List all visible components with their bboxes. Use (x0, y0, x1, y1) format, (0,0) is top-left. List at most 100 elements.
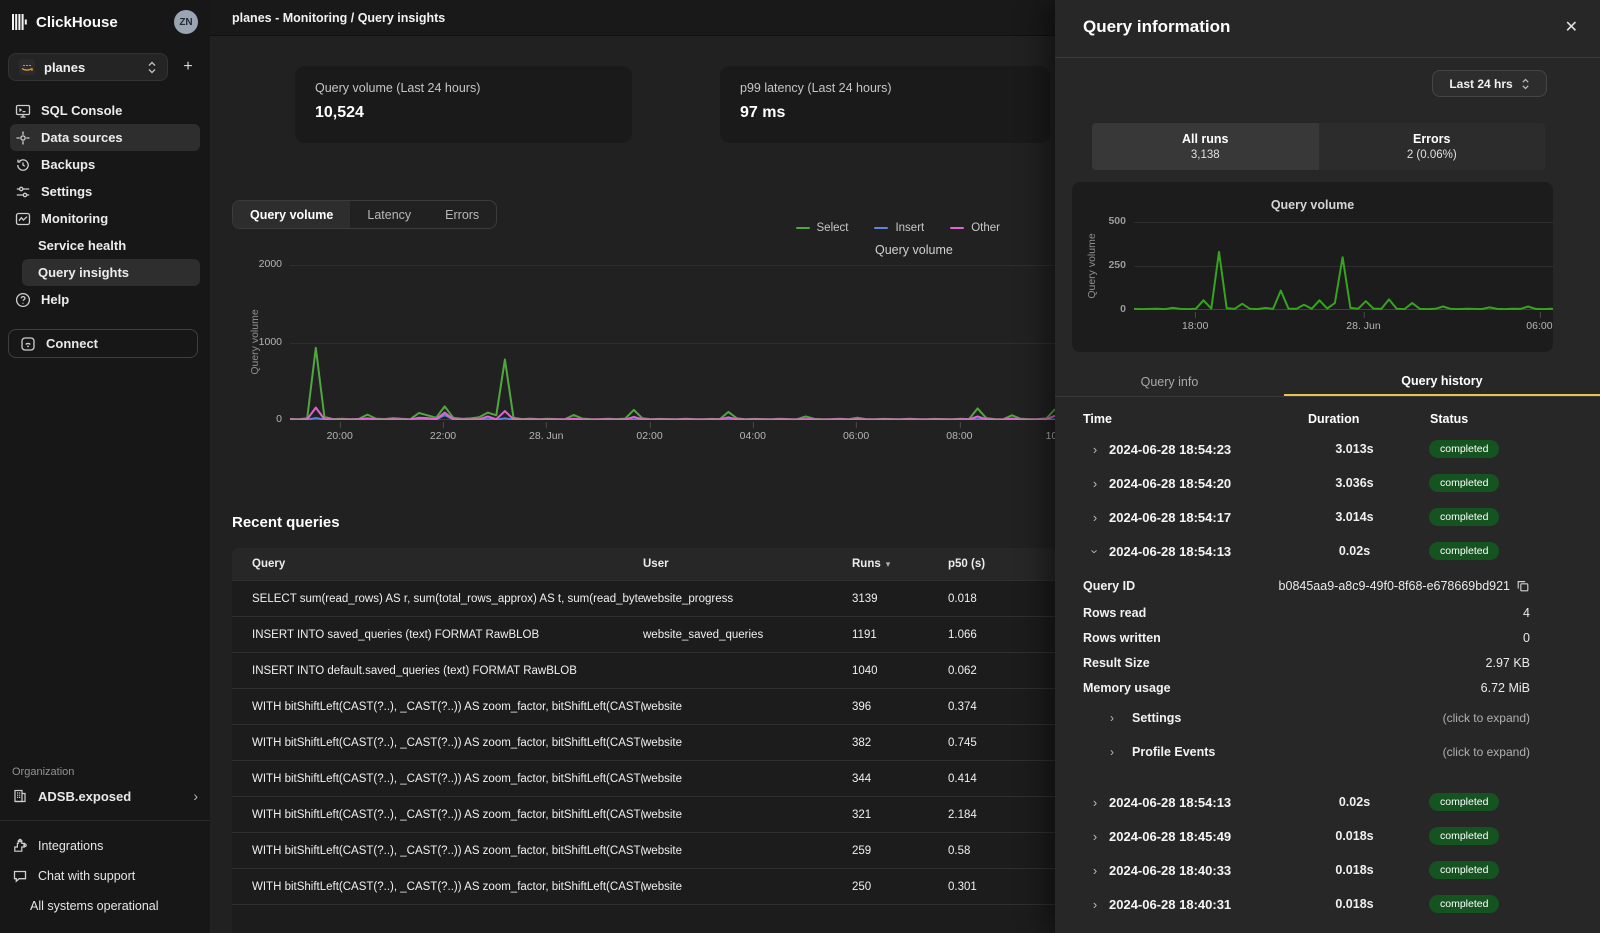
chevron-right-icon[interactable]: › (1087, 897, 1103, 912)
sidebar-item-all-systems-operational[interactable]: All systems operational (12, 893, 198, 919)
history-row[interactable]: › 2024-06-28 18:54:23 3.013s completed (1055, 432, 1600, 466)
cell-user: website (643, 809, 852, 821)
segment-label: All runs (1182, 132, 1229, 146)
stat-value: 97 ms (740, 104, 1030, 122)
tab-query-info[interactable]: Query info (1055, 367, 1284, 396)
cell-query: WITH bitShiftLeft(CAST(?..), _CAST(?..))… (232, 845, 643, 857)
chevron-right-icon[interactable]: › (1087, 510, 1103, 525)
stat-card-p99-latency: p99 latency (Last 24 hours) 97 ms (720, 66, 1050, 143)
detail-row-settings[interactable]: ›Settings(click to expand) (1055, 702, 1600, 734)
sidebar-item-query-insights[interactable]: Query insights (22, 259, 200, 286)
connect-button[interactable]: Connect (8, 329, 198, 358)
table-row[interactable]: INSERT INTO saved_queries (text) FORMAT … (232, 616, 1055, 652)
history-time: 2024-06-28 18:45:49 (1109, 829, 1307, 844)
cell-query: WITH bitShiftLeft(CAST(?..), _CAST(?..))… (232, 881, 643, 893)
table-row[interactable]: WITH bitShiftLeft(CAST(?..), _CAST(?..))… (232, 724, 1055, 760)
time-range-selector[interactable]: Last 24 hrs (1432, 70, 1547, 97)
tab-query-volume[interactable]: Query volume (233, 201, 350, 228)
y-tick-label: 1000 (242, 336, 282, 348)
chart-plot[interactable] (290, 265, 1055, 420)
x-tick-label: 04:00 (740, 430, 766, 442)
history-row[interactable]: › 2024-06-28 18:54:20 3.036s completed (1055, 466, 1600, 500)
tab-query-history[interactable]: Query history (1284, 367, 1600, 396)
sidebar-item-backups[interactable]: Backups (10, 151, 200, 178)
detail-label: Result Size (1083, 656, 1150, 670)
history-header: Time Duration Status (1055, 412, 1600, 432)
detail-row-profile-events[interactable]: ›Profile Events(click to expand) (1055, 736, 1600, 768)
chevron-right-icon[interactable]: › (1087, 829, 1103, 844)
cell-p50: 0.58 (948, 845, 1055, 857)
table-row[interactable]: WITH bitShiftLeft(CAST(?..), _CAST(?..))… (232, 832, 1055, 868)
column-user: User (643, 558, 852, 570)
chevron-updown-icon (147, 61, 157, 74)
status-badge: completed (1429, 895, 1499, 913)
runs-errors-segmented-control: All runs3,138Errors2 (0.06%) (1092, 123, 1545, 170)
status-badge: completed (1429, 440, 1499, 458)
brand-name[interactable]: ClickHouse (36, 14, 118, 31)
x-tick-label: 18:00 (1182, 320, 1208, 332)
tab-latency[interactable]: Latency (350, 201, 428, 228)
history-row[interactable]: › 2024-06-28 18:54:13 0.02s completed (1055, 534, 1600, 568)
segment-errors[interactable]: Errors2 (0.06%) (1319, 123, 1546, 170)
chevron-right-icon[interactable]: › (1110, 711, 1124, 725)
user-avatar[interactable]: ZN (174, 10, 198, 34)
history-row[interactable]: › 2024-06-28 18:45:49 0.018s completed (1055, 819, 1600, 853)
monitoring-icon (14, 210, 31, 227)
x-tick-label: 02:00 (636, 430, 662, 442)
x-tick-label: 06:00 (843, 430, 869, 442)
history-row[interactable]: › 2024-06-28 18:54:13 0.02s completed (1055, 785, 1600, 819)
cell-runs: 259 (852, 845, 948, 857)
settings-icon (14, 183, 31, 200)
workspace-selector[interactable]: planes (8, 53, 168, 81)
copy-icon[interactable] (1516, 579, 1530, 593)
sidebar-item-help[interactable]: Help (10, 286, 200, 313)
table-row[interactable]: WITH bitShiftLeft(CAST(?..), _CAST(?..))… (232, 688, 1055, 724)
sidebar-item-data-sources[interactable]: Data sources (10, 124, 200, 151)
history-row[interactable]: › 2024-06-28 18:54:17 3.014s completed (1055, 500, 1600, 534)
history-list-continued: › 2024-06-28 18:54:13 0.02s completed › … (1055, 785, 1600, 921)
table-row-partial[interactable] (232, 904, 1055, 933)
history-duration: 0.018s (1307, 863, 1402, 877)
sidebar-item-sql-console[interactable]: SQL Console (10, 97, 200, 124)
x-tick-label: 28. Jun (1346, 320, 1380, 332)
segment-all-runs[interactable]: All runs3,138 (1092, 123, 1319, 170)
tab-errors[interactable]: Errors (428, 201, 496, 228)
mini-chart-title: Query volume (1072, 198, 1553, 212)
sidebar-item-settings[interactable]: Settings (10, 178, 200, 205)
table-row[interactable]: WITH bitShiftLeft(CAST(?..), _CAST(?..))… (232, 796, 1055, 832)
chevron-right-icon[interactable]: › (1087, 476, 1103, 491)
sidebar-item-chat-with-support[interactable]: Chat with support (12, 863, 198, 889)
column-runs[interactable]: Runs▾ (852, 558, 948, 570)
history-row[interactable]: › 2024-06-28 18:40:31 0.018s completed (1055, 887, 1600, 921)
chevron-right-icon[interactable]: › (1088, 543, 1103, 559)
history-row[interactable]: › 2024-06-28 18:40:33 0.018s completed (1055, 853, 1600, 887)
legend-label: Other (971, 222, 1000, 234)
close-icon[interactable]: ✕ (1565, 17, 1578, 37)
cell-runs: 3139 (852, 593, 948, 605)
organization-item[interactable]: ADSB.exposed › (12, 788, 198, 804)
legend-item-insert[interactable]: Insert (874, 222, 924, 234)
sidebar-item-service-health[interactable]: Service health (22, 232, 200, 259)
mini-chart-plot[interactable] (1134, 222, 1553, 310)
chevron-right-icon[interactable]: › (1087, 442, 1103, 457)
sidebar-item-integrations[interactable]: Integrations (12, 833, 198, 859)
legend-item-other[interactable]: Other (950, 222, 1000, 234)
table-row[interactable]: WITH bitShiftLeft(CAST(?..), _CAST(?..))… (232, 868, 1055, 904)
sidebar-item-monitoring[interactable]: Monitoring (10, 205, 200, 232)
table-row[interactable]: INSERT INTO default.saved_queries (text)… (232, 652, 1055, 688)
status-badge: completed (1429, 474, 1499, 492)
cell-query: INSERT INTO default.saved_queries (text)… (232, 665, 643, 677)
chevron-right-icon[interactable]: › (1087, 795, 1103, 810)
chevron-right-icon[interactable]: › (1087, 863, 1103, 878)
column-status: Status (1430, 412, 1468, 426)
stat-value: 10,524 (315, 104, 612, 122)
add-service-button[interactable]: + (178, 58, 198, 76)
chevron-right-icon[interactable]: › (1110, 745, 1124, 759)
legend-item-select[interactable]: Select (796, 222, 849, 234)
cell-runs: 1040 (852, 665, 948, 677)
x-tick-label: 08:00 (946, 430, 972, 442)
cell-runs: 250 (852, 881, 948, 893)
history-time: 2024-06-28 18:54:23 (1109, 442, 1307, 457)
table-row[interactable]: WITH bitShiftLeft(CAST(?..), _CAST(?..))… (232, 760, 1055, 796)
table-row[interactable]: SELECT sum(read_rows) AS r, sum(total_ro… (232, 580, 1055, 616)
